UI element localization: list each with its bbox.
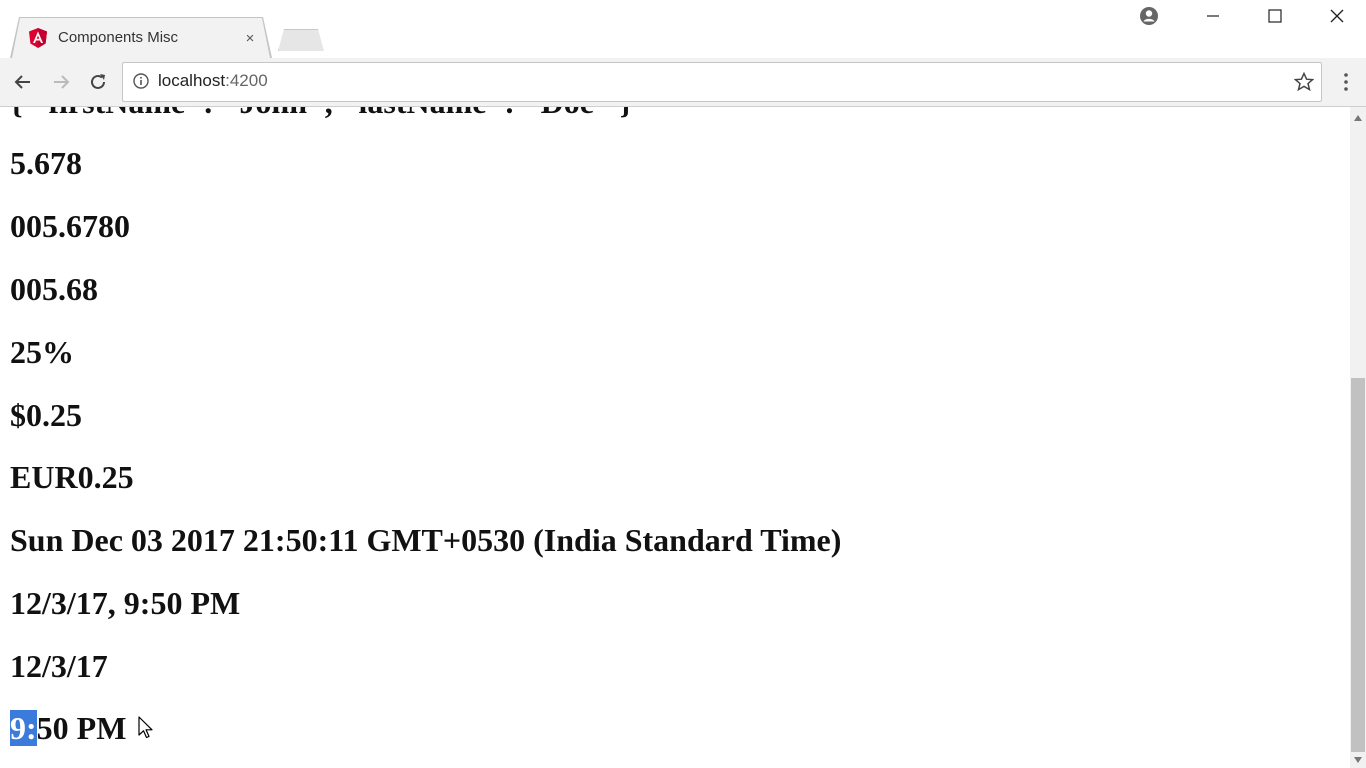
json-output: { "firstName": "John", "lastName": "Doe"… [10, 107, 632, 120]
url-port: :4200 [225, 71, 268, 90]
profile-icon[interactable] [1126, 2, 1172, 30]
back-arrow-icon[interactable] [10, 70, 36, 94]
date-shorttime-output: 9:50 PM [10, 710, 126, 746]
minimize-icon[interactable] [1190, 2, 1236, 30]
kebab-menu-icon[interactable] [1336, 70, 1356, 94]
angular-logo-icon [29, 28, 47, 48]
url-text[interactable]: localhost:4200 [158, 71, 268, 91]
new-tab-button[interactable] [278, 29, 324, 51]
date-short-output: 12/3/17, 9:50 PM [10, 585, 241, 621]
date-shortdate-output: 12/3/17 [10, 648, 108, 684]
info-icon[interactable] [133, 73, 149, 89]
percent-output: 25% [10, 334, 74, 370]
scrollbar-thumb[interactable] [1351, 378, 1365, 752]
star-icon[interactable] [1292, 70, 1316, 94]
tab-close-icon[interactable]: × [240, 28, 260, 48]
mouse-cursor-icon [138, 716, 153, 739]
text-selection: 9: [10, 710, 37, 746]
decimal-padded-output: 005.6780 [10, 208, 130, 244]
tab-title: Components Misc [58, 29, 179, 46]
reload-icon[interactable] [85, 70, 111, 94]
address-bar[interactable] [122, 62, 1322, 102]
date-raw-output: Sun Dec 03 2017 21:50:11 GMT+0530 (India… [10, 522, 842, 558]
browser-chrome: Components Misc × localhost:4200 [0, 0, 1366, 107]
currency-usd-output: $0.25 [10, 397, 82, 433]
time-remainder: 50 PM [36, 710, 127, 746]
forward-arrow-icon[interactable] [48, 70, 74, 94]
decimal-output: 5.678 [10, 145, 82, 181]
maximize-icon[interactable] [1252, 2, 1298, 30]
scroll-down-icon[interactable] [1350, 752, 1366, 768]
decimal-rounded-output: 005.68 [10, 271, 98, 307]
page-viewport: { "firstName": "John", "lastName": "Doe"… [0, 107, 1350, 768]
scroll-up-icon[interactable] [1350, 110, 1366, 126]
url-host: localhost [158, 71, 226, 90]
currency-eur-output: EUR0.25 [10, 459, 134, 495]
close-icon[interactable] [1314, 2, 1360, 30]
